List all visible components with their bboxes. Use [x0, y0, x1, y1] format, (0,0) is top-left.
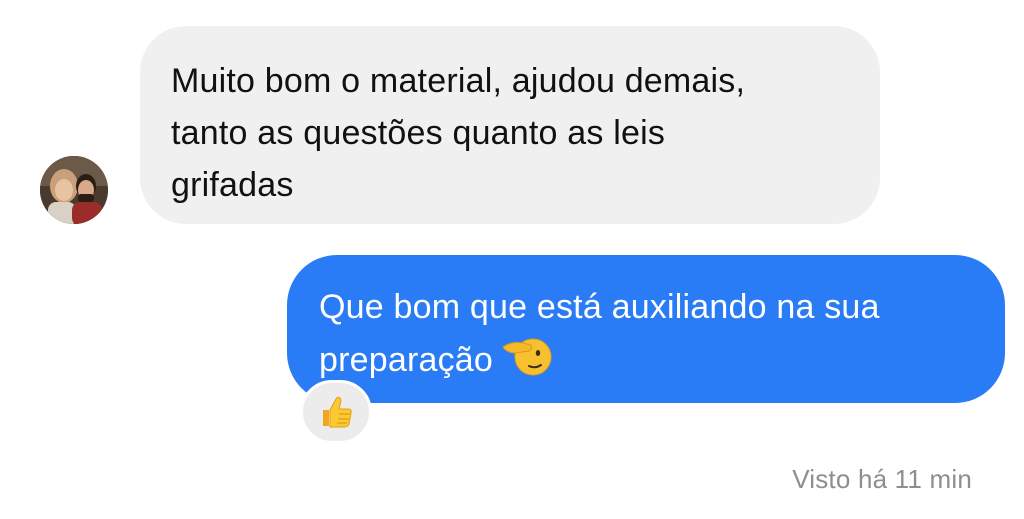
incoming-message-line-1: Muito bom o material, ajudou demais,: [171, 62, 746, 100]
incoming-message-line-2: tanto as questões quanto as leis: [171, 114, 666, 152]
outgoing-message-line-2: preparação: [319, 341, 494, 379]
saluting-face-icon: [502, 338, 552, 376]
outgoing-message-line-1: Que bom que está auxiliando na sua: [319, 288, 880, 326]
incoming-message-line-3: grifadas: [171, 166, 294, 204]
contact-avatar-photo-icon: [40, 156, 108, 224]
seen-status: Visto há 11 min: [792, 464, 972, 494]
outgoing-message-bubble[interactable]: Que bom que está auxiliando na sua prepa…: [287, 255, 1005, 403]
thumbs-up-icon: [323, 396, 352, 428]
reaction-badge[interactable]: [300, 380, 372, 444]
outgoing-message-line-2-wrap: preparação: [319, 333, 985, 386]
contact-avatar[interactable]: [40, 156, 108, 224]
incoming-message-bubble[interactable]: Muito bom o material, ajudou demais, tan…: [140, 26, 880, 224]
